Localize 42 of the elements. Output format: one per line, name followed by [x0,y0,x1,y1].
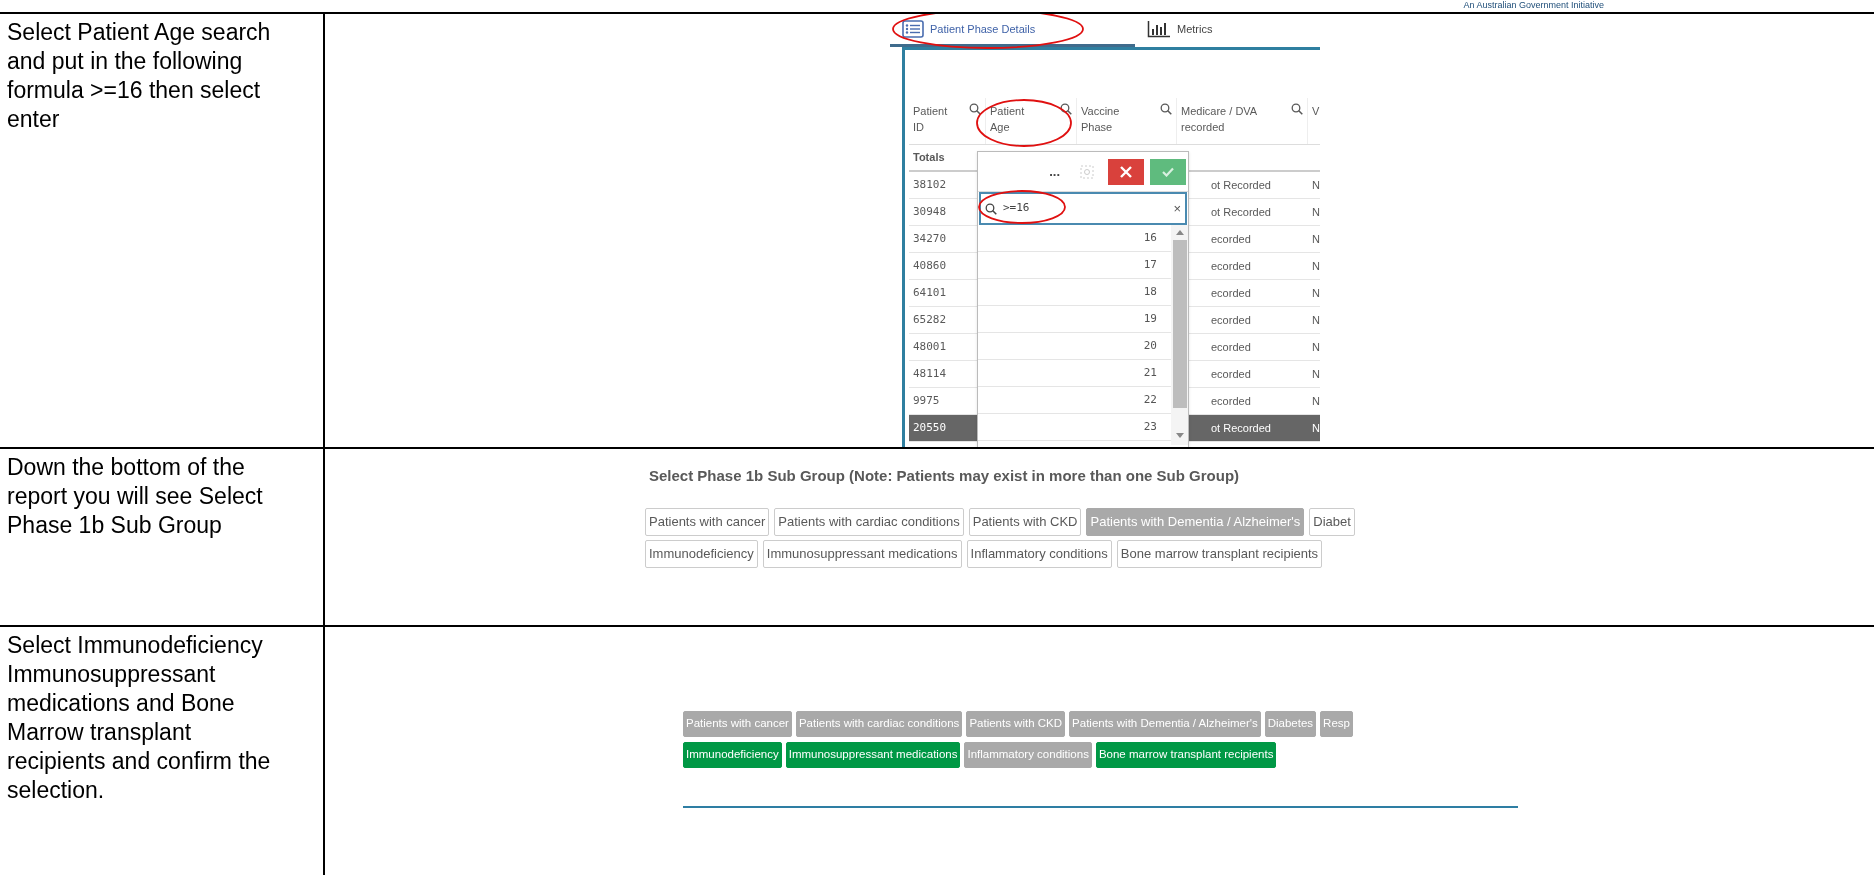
column-header[interactable]: Vaccine Phase [1077,98,1177,144]
totals-label: Totals [913,150,945,166]
confirm-button[interactable] [1150,158,1186,185]
filter-chip[interactable]: Bone marrow transplant recipients [1116,539,1323,568]
search-icon [1291,103,1303,115]
cancel-button[interactable] [1108,158,1144,185]
search-field[interactable]: >=16 × [979,192,1187,225]
clear-button[interactable]: × [1173,198,1181,219]
search-icon [985,202,997,215]
up-arrow-icon [1175,230,1184,235]
scrollbar[interactable] [1171,225,1188,445]
filter-chip[interactable]: Immunosuppressant medications [762,539,962,568]
tab[interactable]: Patient Phase Details [890,14,1135,47]
column-header[interactable]: Patient Age [986,98,1077,144]
search-icon [969,103,981,115]
more-button[interactable]: ... [1049,166,1060,177]
filter-chip[interactable]: Immunodeficiency [645,539,758,568]
search-icon [1160,103,1172,115]
filter-chip[interactable]: Patients with CKD [968,507,1082,536]
down-arrow-icon [1175,433,1184,438]
instruction-text: Down the bottom of the report you will see Select Phase 1b Sub Group [7,453,264,540]
column-header[interactable]: Patient ID [909,98,986,144]
close-icon [1120,165,1132,178]
filter-chip[interactable]: Patients with cardiac conditions [774,507,964,536]
tab[interactable]: Metrics [1135,14,1285,47]
instruction-text: Select Patient Age search and put in the following formula >=16 then select enter [7,18,272,134]
section-title: Select Phase 1b Sub Group (Note: Patients may exist in more than one Sub Group) [649,466,1241,486]
filter-chip[interactable]: Immunosuppressant medications [785,742,961,768]
filter-chip[interactable]: Patients with cancer [645,507,770,536]
filter-chip[interactable]: Inflammatory conditions [966,539,1112,568]
filter-chip[interactable]: Diabet [1309,507,1355,536]
instruction-text: Select Immunodeficiency Immunosuppressant medications and Bone Marrow transplant recipients and confirm the selection. [7,631,272,805]
clear-selection-icon [1080,164,1094,179]
list-icon [902,20,924,38]
filter-chip[interactable]: Bone marrow transplant recipients [1095,742,1277,768]
bar-chart-icon [1147,20,1171,38]
column-header[interactable]: V [1308,98,1320,144]
search-icon [1060,103,1072,115]
checkmark-icon [1162,166,1174,177]
header-text: An Australian Government Initiative [1463,0,1604,12]
filter-chip[interactable]: Immunodeficiency [683,742,782,768]
column-header[interactable]: Medicare / DVA recorded [1177,98,1308,144]
